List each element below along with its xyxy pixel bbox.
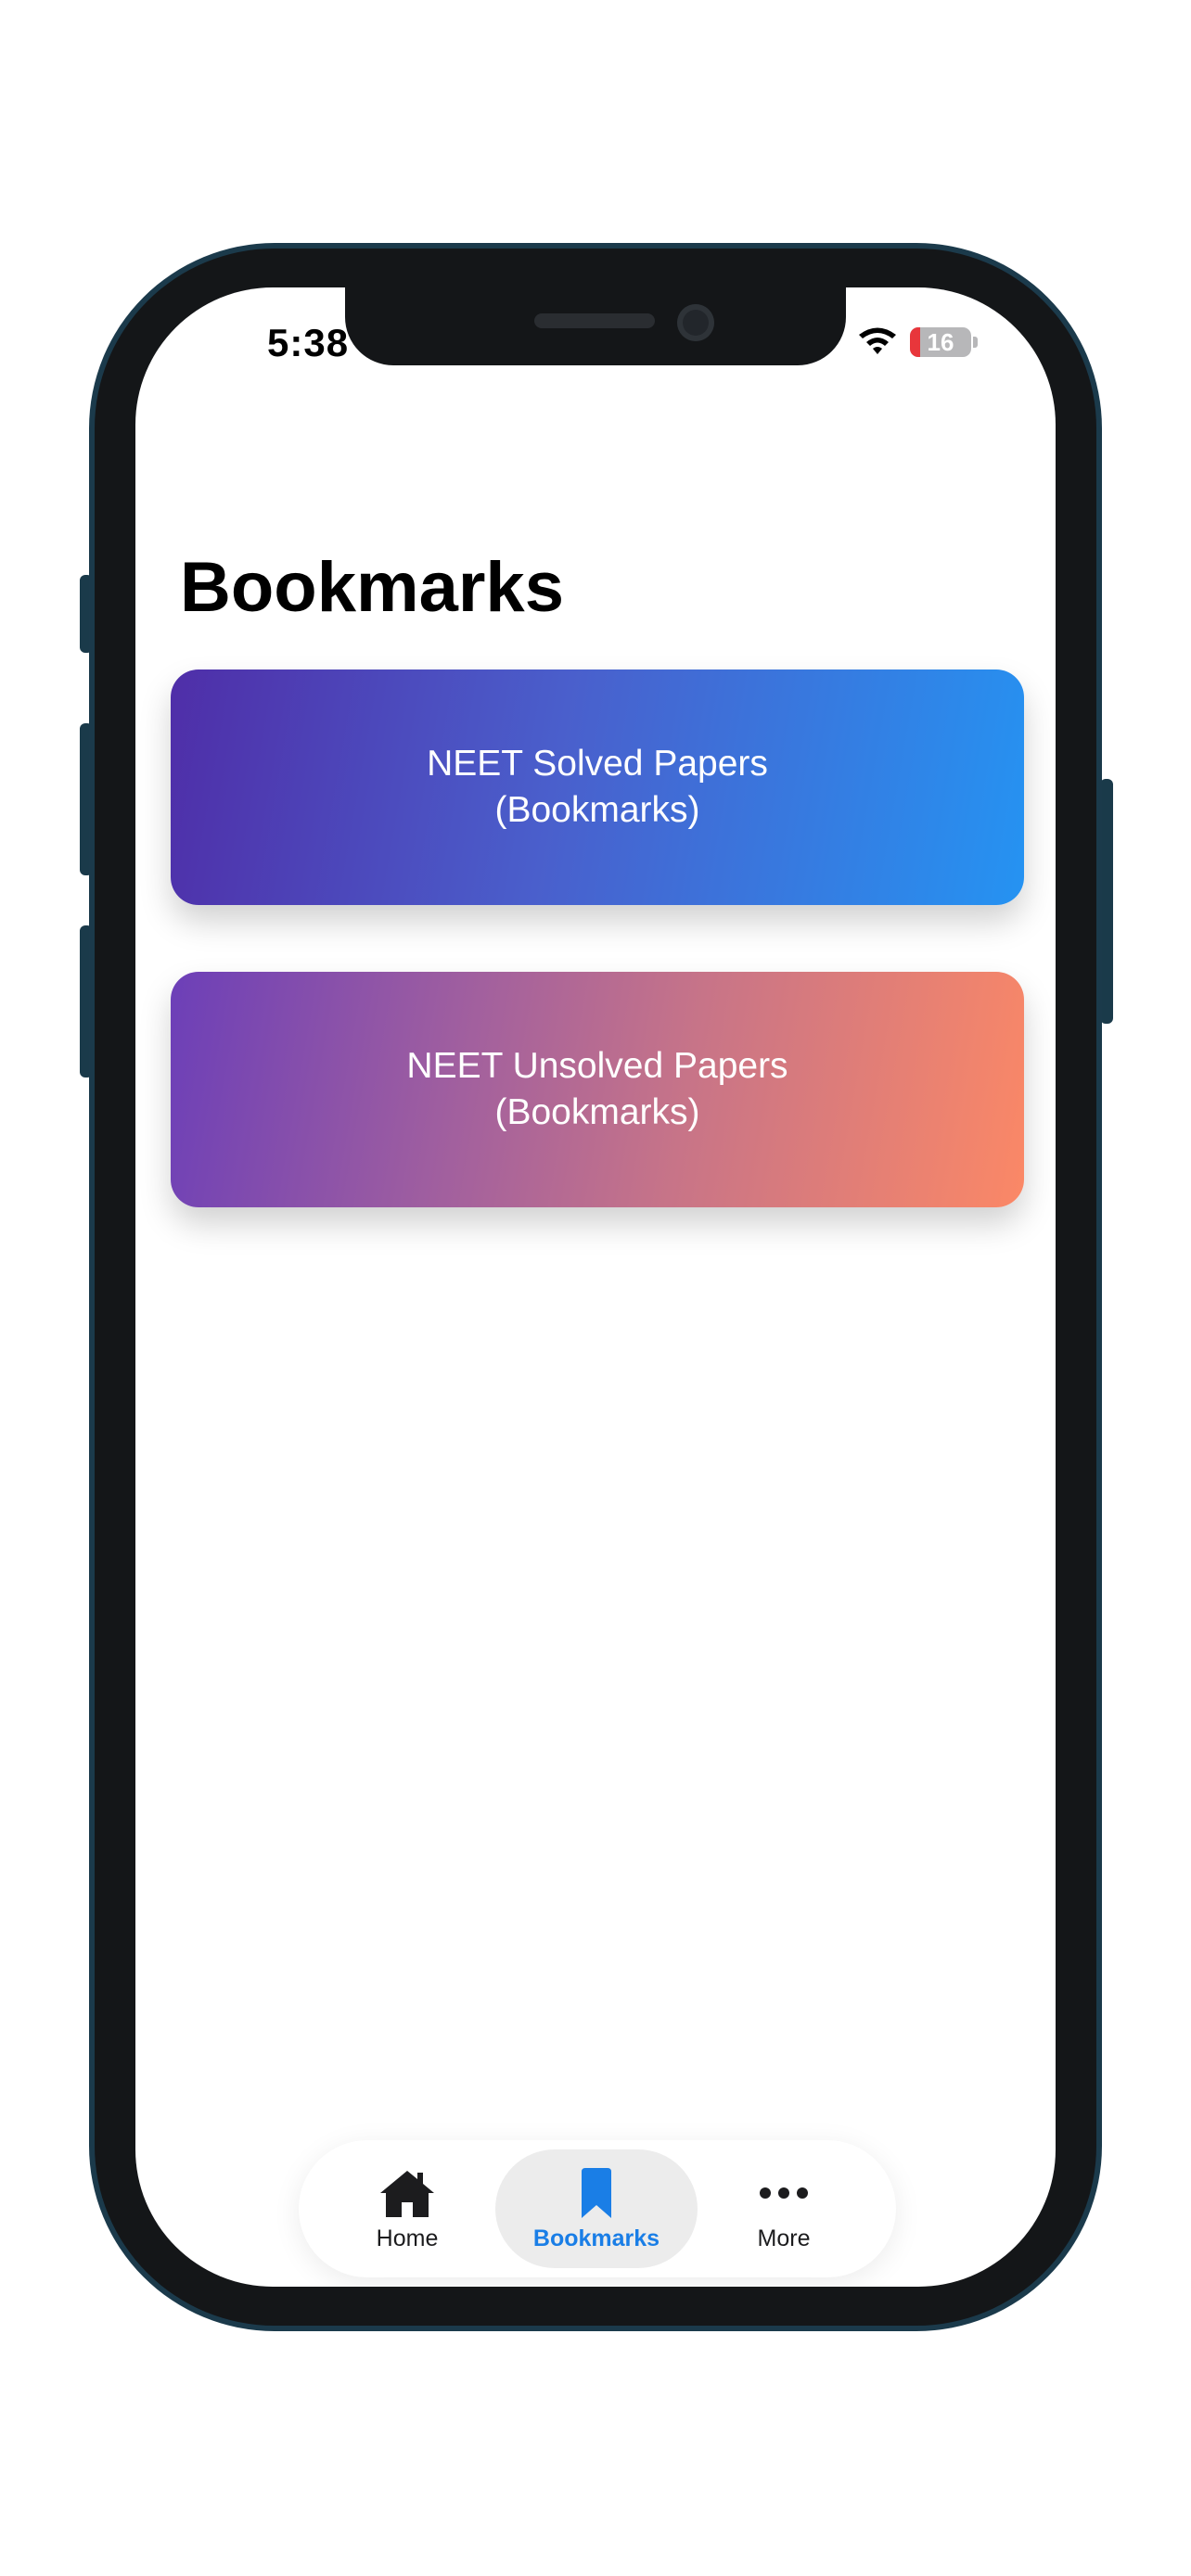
phone-bezel: 5:38 16 Bookmarks NEET Solved Papers (Bo… <box>95 249 1096 2326</box>
tab-label: Bookmarks <box>532 2225 660 2251</box>
bookmark-icon <box>578 2166 615 2220</box>
battery-level: 16 <box>927 327 954 356</box>
solved-papers-bookmarks-card[interactable]: NEET Solved Papers (Bookmarks) <box>171 670 1024 905</box>
tab-more[interactable]: More <box>683 2149 885 2268</box>
battery-fill <box>910 327 920 357</box>
tab-label: More <box>757 2225 811 2251</box>
tab-bookmarks[interactable]: Bookmarks <box>495 2149 698 2268</box>
battery-icon: 16 <box>910 327 971 357</box>
speaker-grille <box>534 313 655 328</box>
card-label: NEET Solved Papers (Bookmarks) <box>427 741 768 834</box>
front-camera <box>677 304 714 341</box>
home-icon <box>377 2166 438 2220</box>
wifi-icon <box>856 326 899 358</box>
notch <box>345 287 846 365</box>
tab-home[interactable]: Home <box>306 2149 508 2268</box>
power-button <box>1100 779 1113 1024</box>
card-title: NEET Solved Papers <box>427 744 768 784</box>
card-subtitle: (Bookmarks) <box>494 1092 700 1132</box>
screen: 5:38 16 Bookmarks NEET Solved Papers (Bo… <box>135 287 1056 2287</box>
unsolved-papers-bookmarks-card[interactable]: NEET Unsolved Papers (Bookmarks) <box>171 972 1024 1207</box>
battery-cap <box>973 337 978 348</box>
card-subtitle: (Bookmarks) <box>494 790 700 830</box>
more-icon <box>758 2166 810 2220</box>
tab-bar: Home Bookmarks More <box>299 2140 896 2277</box>
status-icons: 16 <box>856 326 978 358</box>
page-title: Bookmarks <box>180 548 564 627</box>
card-label: NEET Unsolved Papers (Bookmarks) <box>406 1043 788 1136</box>
tab-label: Home <box>376 2225 439 2251</box>
page: 5:38 16 Bookmarks NEET Solved Papers (Bo… <box>0 0 1191 2576</box>
card-title: NEET Unsolved Papers <box>406 1046 788 1086</box>
status-time: 5:38 <box>267 321 350 364</box>
phone-frame: 5:38 16 Bookmarks NEET Solved Papers (Bo… <box>89 243 1102 2331</box>
